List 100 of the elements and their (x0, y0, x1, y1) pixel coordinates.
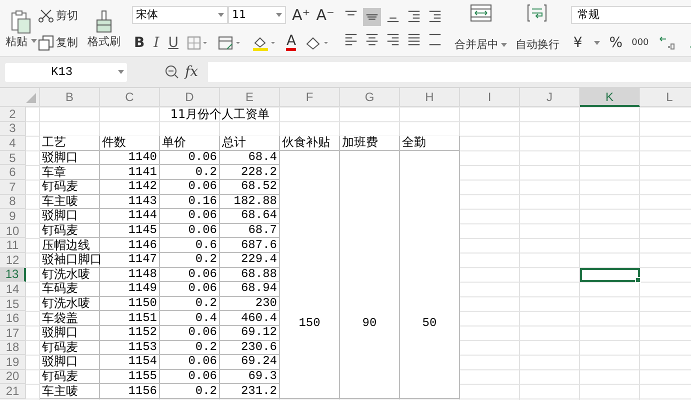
thousands-button[interactable]: 000 (632, 34, 649, 50)
table-cell: 0.16 (160, 194, 220, 210)
table-cell: 68.88 (220, 268, 280, 282)
table-cell: 0.2 (160, 384, 220, 399)
caret-icon (118, 70, 124, 74)
wrap-text-button[interactable]: 自动换行 (513, 0, 562, 56)
table-cell: 68.94 (220, 282, 280, 297)
row-header[interactable]: 11 (0, 238, 26, 253)
table-cell: 1150 (100, 296, 160, 312)
row-header[interactable]: 15 (0, 296, 26, 312)
row-header[interactable]: 19 (0, 355, 26, 370)
copy-icon (38, 34, 54, 50)
underline-button[interactable]: U (168, 34, 178, 50)
table-cell: 0.06 (160, 355, 220, 370)
brush-icon (94, 10, 114, 34)
column-header[interactable]: J (520, 88, 580, 107)
format-painter-button[interactable]: 格式刷 (84, 6, 124, 52)
table-cell: 钉洗水唛 (40, 268, 100, 282)
font-size-select[interactable]: 11 (228, 6, 286, 24)
table-cell: 0.6 (160, 238, 220, 253)
column-title-cell: 工艺 (40, 136, 100, 151)
font-name-select[interactable]: 宋体 (132, 6, 228, 24)
row-header[interactable]: 18 (0, 340, 26, 356)
table-cell: 1154 (100, 355, 160, 370)
currency-button[interactable]: ¥ (573, 34, 582, 50)
caret-icon[interactable] (594, 40, 600, 44)
column-title-cell: 伙食补贴 (280, 136, 340, 151)
table-cell: 驳脚口 (40, 326, 100, 340)
column-header[interactable]: F (280, 88, 340, 107)
column-header[interactable]: G (340, 88, 400, 107)
caret-icon (30, 39, 36, 44)
table-cell: 1145 (100, 224, 160, 238)
table-cell: 1153 (100, 340, 160, 356)
row-header[interactable]: 14 (0, 282, 26, 297)
sheet-title: 11月份个人工资单 (170, 106, 270, 123)
italic-button[interactable]: I (154, 34, 160, 50)
table-cell: 钉洗水唛 (40, 296, 100, 312)
percent-button[interactable]: % (609, 34, 623, 50)
column-header[interactable]: E (220, 88, 280, 107)
row-header[interactable]: 9 (0, 209, 26, 224)
cut-button[interactable]: 剪切 (38, 8, 84, 23)
fill-color-icon[interactable] (251, 34, 278, 50)
cell-style-icon[interactable] (218, 36, 242, 50)
column-title-cell: 全勤 (400, 136, 460, 151)
table-cell: 钉码麦 (40, 224, 100, 238)
row-header[interactable]: 16 (0, 311, 26, 326)
clipboard-icon (10, 10, 32, 34)
row-header[interactable]: 10 (0, 224, 26, 238)
table-cell: 驳袖口脚口 (40, 252, 100, 268)
name-box[interactable]: K13 (5, 62, 127, 82)
table-cell: 0.06 (160, 268, 220, 282)
row-header[interactable]: 7 (0, 180, 26, 195)
bold-button[interactable]: B (134, 34, 145, 50)
decrease-font-button[interactable]: A⁻ (316, 6, 334, 22)
column-header[interactable]: C (100, 88, 160, 107)
table-cell: 0.2 (160, 296, 220, 312)
font-color-button[interactable]: A (286, 34, 296, 50)
table-cell: 69.24 (220, 355, 280, 370)
row-header[interactable]: 13 (0, 268, 26, 282)
table-cell: 0.06 (160, 370, 220, 384)
function-button[interactable]: fx (185, 64, 198, 80)
column-header[interactable]: K (580, 88, 640, 107)
table-cell: 230 (220, 296, 280, 312)
table-cell: 68.7 (220, 224, 280, 238)
zoom-icon[interactable] (165, 65, 179, 79)
row-header[interactable]: 5 (0, 150, 26, 166)
table-cell: 车主唛 (40, 194, 100, 210)
table-cell: 0.2 (160, 252, 220, 268)
row-header[interactable]: 2 (0, 107, 26, 122)
table-cell: 0.2 (160, 165, 220, 180)
copy-button[interactable]: 复制 (38, 34, 84, 50)
merge-center-button[interactable]: 合并居中 (452, 0, 510, 56)
borders-icon[interactable] (187, 36, 210, 50)
table-cell: 50 (400, 150, 460, 399)
row-header[interactable]: 12 (0, 252, 26, 268)
column-header[interactable]: I (460, 88, 520, 107)
table-cell: 1156 (100, 384, 160, 399)
table-cell: 车袋盖 (40, 311, 100, 326)
row-header[interactable]: 6 (0, 165, 26, 180)
row-header[interactable]: 3 (0, 122, 26, 136)
row-header[interactable]: 21 (0, 384, 26, 399)
middle-align-button[interactable] (363, 8, 382, 26)
number-format-select[interactable]: 常规 (571, 6, 691, 24)
column-header[interactable]: L (640, 88, 691, 107)
table-cell: 0.4 (160, 311, 220, 326)
row-header[interactable]: 8 (0, 194, 26, 210)
selected-cell[interactable] (580, 268, 640, 282)
increase-font-button[interactable]: A⁺ (292, 6, 310, 22)
paste-button[interactable]: 粘贴 (4, 6, 38, 52)
row-header[interactable]: 4 (0, 136, 26, 151)
row-header[interactable]: 17 (0, 326, 26, 340)
column-header[interactable]: D (160, 88, 220, 107)
column-header[interactable]: H (400, 88, 460, 107)
table-cell: 0.06 (160, 150, 220, 166)
table-cell: 0.06 (160, 224, 220, 238)
table-cell: 1146 (100, 238, 160, 253)
column-header[interactable]: B (40, 88, 100, 107)
scissors-icon (38, 8, 54, 22)
row-header[interactable]: 20 (0, 370, 26, 384)
table-cell: 90 (340, 150, 400, 399)
